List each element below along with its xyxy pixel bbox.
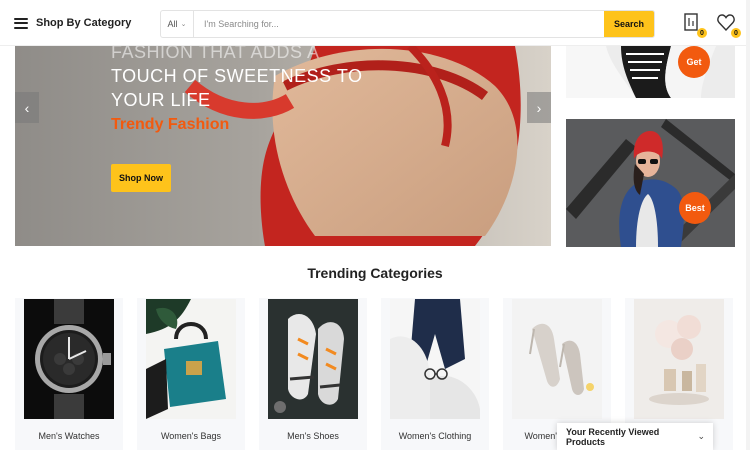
chevron-down-icon: ⌄: [180, 21, 187, 28]
menu-icon: [14, 17, 28, 29]
clothing-image: [390, 299, 480, 419]
slider-next-button[interactable]: ›: [527, 92, 551, 123]
accessories-thumbnail: [634, 299, 724, 419]
category-card-mens-shoes[interactable]: Men's Shoes: [259, 298, 367, 450]
hero-slider: FASHION THAT ADDS A TOUCH OF SWEETNESS T…: [15, 46, 551, 246]
category-name: Women's Clothing: [398, 431, 472, 441]
search-button[interactable]: Search: [604, 11, 654, 37]
search-category-value: All: [167, 19, 178, 29]
sneakers-image: [566, 46, 735, 98]
category-name: Women's Bags: [160, 431, 222, 441]
sneakers-image: [268, 299, 358, 419]
model-image: [566, 119, 735, 247]
hero-headline-line-2: TOUCH OF SWEETNESS TO: [111, 66, 363, 86]
page-scrollbar[interactable]: [746, 0, 750, 450]
compare-count-badge: 0: [697, 28, 707, 38]
promo-banner-sneakers[interactable]: Get: [566, 46, 735, 98]
shop-by-category-button[interactable]: Shop By Category: [14, 12, 131, 34]
hero-headline-line-1: FASHION THAT ADDS A: [111, 46, 320, 62]
category-name: Men's Shoes: [287, 431, 339, 441]
recently-viewed-toggle[interactable]: Your Recently Viewed Products ⌄: [557, 423, 713, 450]
mens-shoes-thumbnail: [268, 299, 358, 419]
category-card-mens-watches[interactable]: Men's Watches: [15, 298, 123, 450]
watch-image: [24, 299, 114, 419]
site-header: Shop By Category All⌄ Search 0 0: [0, 0, 750, 46]
category-name: Men's Watches: [38, 431, 100, 441]
womens-bags-thumbnail: [146, 299, 236, 419]
hero-headline-line-3: YOUR LIFE: [111, 90, 211, 110]
chevron-right-icon: ›: [536, 99, 542, 116]
womens-clothing-thumbnail: [390, 299, 480, 419]
search-category-select[interactable]: All ⌄: [161, 11, 194, 37]
shop-by-category-label: Shop By Category: [36, 17, 132, 29]
wishlist-button[interactable]: 0: [716, 12, 741, 38]
chevron-left-icon: ‹: [24, 99, 30, 116]
mens-watches-thumbnail: [24, 299, 114, 419]
wishlist-count-badge: 0: [731, 28, 741, 38]
category-card-womens-clothing[interactable]: Women's Clothing: [381, 298, 489, 450]
shop-now-button[interactable]: Shop Now: [111, 164, 171, 192]
get-badge: Get: [678, 46, 710, 78]
search-input[interactable]: [194, 11, 604, 37]
chevron-down-icon: ⌄: [697, 431, 705, 441]
heels-image: [512, 299, 602, 419]
hero-subtitle: Trendy Fashion: [111, 116, 230, 133]
accessories-image: [634, 299, 724, 419]
trending-categories-title: Trending Categories: [307, 265, 443, 281]
search-bar: All⌄ Search: [160, 10, 655, 38]
recently-viewed-label: Your Recently Viewed Products: [566, 426, 660, 447]
slider-prev-button[interactable]: ‹: [15, 92, 39, 123]
compare-button[interactable]: 0: [682, 12, 707, 38]
best-badge: Best: [679, 192, 711, 224]
category-card-womens-bags[interactable]: Women's Bags: [137, 298, 245, 450]
promo-banner-fashion[interactable]: Best: [566, 119, 735, 247]
bag-image: [146, 299, 236, 419]
womens-shoes-thumbnail: [512, 299, 602, 419]
